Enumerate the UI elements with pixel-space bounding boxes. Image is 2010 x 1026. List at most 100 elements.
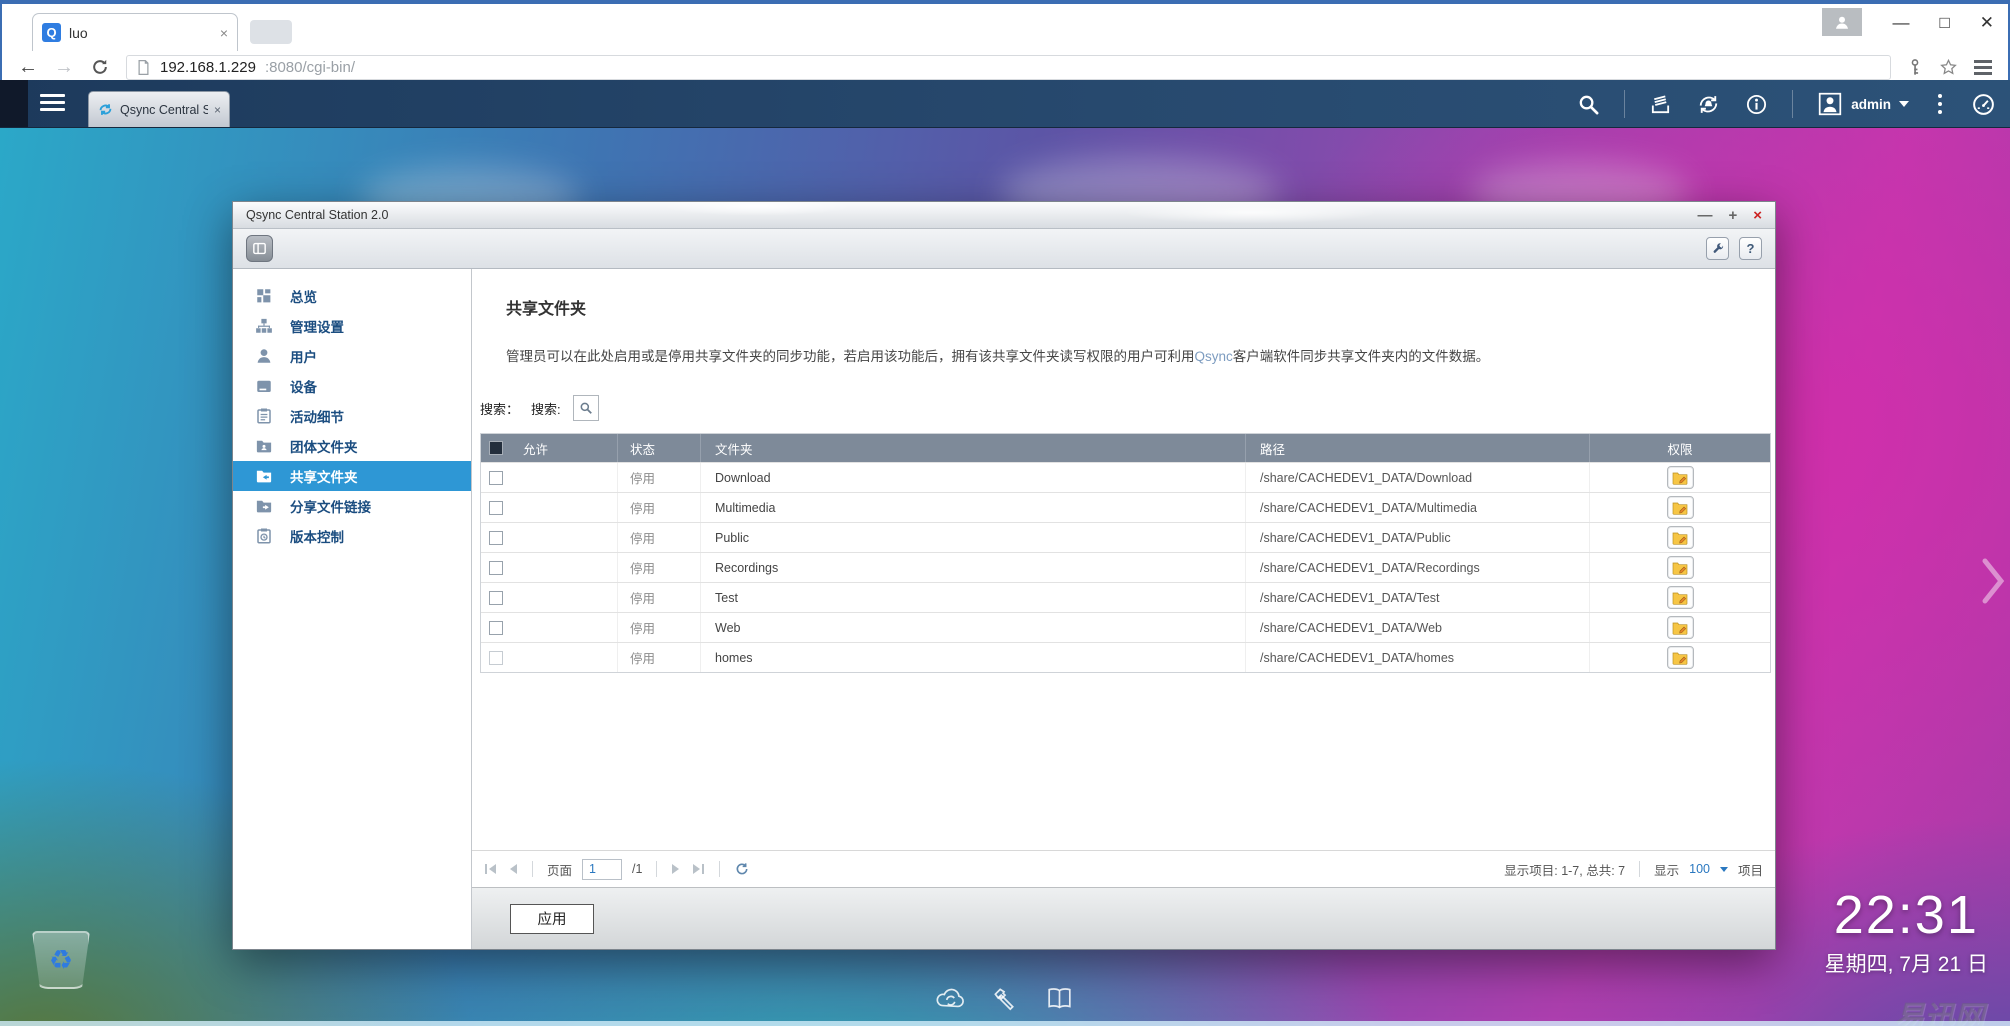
- shared-folders-table: 允许 状态 文件夹 路径 权限 停用 Download /share/CACHE…: [480, 433, 1771, 673]
- browser-close-button[interactable]: ✕: [1980, 14, 1994, 31]
- user-menu[interactable]: admin: [1817, 91, 1909, 117]
- permission-button[interactable]: [1667, 466, 1694, 489]
- myqnapcloud-icon[interactable]: [936, 986, 966, 1012]
- activity-log-icon: [255, 407, 273, 425]
- sidebar-item-team-folder[interactable]: 团体文件夹: [233, 431, 471, 461]
- sidebar-item-activity[interactable]: 活动细节: [233, 401, 471, 431]
- description-text: 客户端软件同步共享文件夹内的文件数据。: [1233, 349, 1490, 364]
- first-page-button[interactable]: [484, 863, 498, 875]
- url-bar[interactable]: 192.168.1.229:8080/cgi-bin/: [126, 55, 1891, 80]
- search-row: 搜索： 搜索:: [480, 395, 1775, 421]
- row-checkbox-disabled: [489, 651, 503, 665]
- sidebar-item-share-links[interactable]: 分享文件链接: [233, 491, 471, 521]
- row-folder: Download: [701, 463, 1246, 492]
- prev-page-button[interactable]: [508, 863, 518, 875]
- browser-profile-button[interactable]: [1822, 8, 1862, 36]
- settings-wrench-button[interactable]: [1706, 237, 1729, 260]
- back-button[interactable]: ←: [18, 57, 38, 77]
- sidebar-item-label: 用户: [290, 346, 317, 366]
- page-title: 共享文件夹: [506, 295, 1767, 319]
- row-path: /share/CACHEDEV1_DATA/Web: [1246, 613, 1590, 642]
- dashboard-icon[interactable]: [1971, 92, 1996, 117]
- permission-button[interactable]: [1667, 526, 1694, 549]
- sidebar-item-label: 设备: [290, 376, 317, 396]
- browser-menu-icon[interactable]: [1974, 60, 1992, 75]
- column-path: 路径: [1246, 434, 1590, 462]
- window-minimize-button[interactable]: —: [1697, 208, 1712, 223]
- background-tasks-icon[interactable]: [1649, 93, 1672, 116]
- forward-button[interactable]: →: [54, 57, 74, 77]
- row-checkbox[interactable]: [489, 501, 503, 515]
- search-icon[interactable]: [1577, 93, 1600, 116]
- permission-button[interactable]: [1667, 616, 1694, 639]
- row-status: 停用: [618, 613, 701, 642]
- reload-button[interactable]: [90, 57, 110, 77]
- tools-hammer-icon[interactable]: [992, 986, 1019, 1012]
- window-maximize-button[interactable]: +: [1728, 208, 1737, 223]
- window-titlebar[interactable]: Qsync Central Station 2.0 — + ×: [233, 202, 1775, 229]
- apply-button[interactable]: 应用: [510, 904, 594, 934]
- next-page-button[interactable]: [671, 863, 681, 875]
- permission-button[interactable]: [1667, 586, 1694, 609]
- row-checkbox[interactable]: [489, 531, 503, 545]
- window-close-button[interactable]: ×: [1753, 208, 1762, 223]
- overview-grid-icon: [255, 287, 273, 305]
- notifications-icon[interactable]: [1696, 92, 1721, 117]
- row-checkbox[interactable]: [489, 561, 503, 575]
- browser-maximize-button[interactable]: □: [1939, 14, 1949, 31]
- window-title: Qsync Central Station 2.0: [246, 208, 1697, 222]
- page-size-select[interactable]: 100: [1689, 862, 1710, 876]
- main-menu-button[interactable]: [40, 94, 65, 111]
- tab-close-icon[interactable]: ×: [220, 26, 228, 40]
- qts-app-tab-close-icon[interactable]: ×: [214, 104, 221, 116]
- sidebar-item-devices[interactable]: 设备: [233, 371, 471, 401]
- bookmark-star-icon[interactable]: [1939, 58, 1958, 77]
- user-icon: [1817, 91, 1843, 117]
- permission-button[interactable]: [1667, 496, 1694, 519]
- search-input[interactable]: [573, 395, 599, 421]
- permission-button[interactable]: [1667, 646, 1694, 669]
- row-checkbox[interactable]: [489, 621, 503, 635]
- shared-folder-icon: [255, 467, 273, 485]
- permission-button[interactable]: [1667, 556, 1694, 579]
- browser-chrome: Q luo × — □ ✕ ← → 192.168.1.229:8080/cgi…: [0, 0, 2010, 80]
- recycle-bin[interactable]: ♻: [30, 923, 94, 999]
- row-folder: Multimedia: [701, 493, 1246, 522]
- row-checkbox[interactable]: [489, 591, 503, 605]
- sidebar-item-management[interactable]: 管理设置: [233, 311, 471, 341]
- sidebar-item-overview[interactable]: 总览: [233, 281, 471, 311]
- row-checkbox[interactable]: [489, 471, 503, 485]
- row-folder: Web: [701, 613, 1246, 642]
- key-icon[interactable]: [1907, 58, 1923, 76]
- next-screen-arrow[interactable]: [1980, 555, 2006, 612]
- chevron-down-icon[interactable]: [1720, 867, 1728, 872]
- sidebar-item-label: 共享文件夹: [290, 466, 358, 486]
- site-favicon: Q: [42, 23, 61, 42]
- browser-tab[interactable]: Q luo ×: [32, 13, 238, 51]
- help-button[interactable]: ?: [1739, 237, 1762, 260]
- new-tab-button[interactable]: [250, 20, 292, 44]
- sidebar-item-users[interactable]: 用户: [233, 341, 471, 371]
- table-row: 停用 Public /share/CACHEDEV1_DATA/Public: [481, 522, 1770, 552]
- last-page-button[interactable]: [691, 863, 705, 875]
- layout-panes-button[interactable]: [246, 235, 273, 262]
- folder-permission-icon: [1672, 501, 1688, 515]
- qts-app-tab[interactable]: Qsync Central S... ×: [88, 91, 230, 127]
- browser-minimize-button[interactable]: —: [1892, 14, 1909, 31]
- row-status: 停用: [618, 553, 701, 582]
- table-row: 停用 Test /share/CACHEDEV1_DATA/Test: [481, 582, 1770, 612]
- qts-topbar-edge: [0, 80, 28, 127]
- sidebar-item-version-control[interactable]: 版本控制: [233, 521, 471, 551]
- refresh-button[interactable]: [734, 861, 750, 877]
- column-permission: 权限: [1590, 434, 1770, 462]
- page-number-input[interactable]: [582, 859, 622, 880]
- search-label: 搜索：: [480, 399, 519, 418]
- select-all-checkbox[interactable]: [489, 441, 503, 455]
- table-row: 停用 Multimedia /share/CACHEDEV1_DATA/Mult…: [481, 492, 1770, 522]
- folder-permission-icon: [1672, 651, 1688, 665]
- manual-book-icon[interactable]: [1045, 986, 1075, 1012]
- row-path: /share/CACHEDEV1_DATA/Recordings: [1246, 553, 1590, 582]
- info-icon[interactable]: [1745, 93, 1768, 116]
- more-options-icon[interactable]: [1933, 92, 1947, 116]
- sidebar-item-shared-folders[interactable]: 共享文件夹: [233, 461, 471, 491]
